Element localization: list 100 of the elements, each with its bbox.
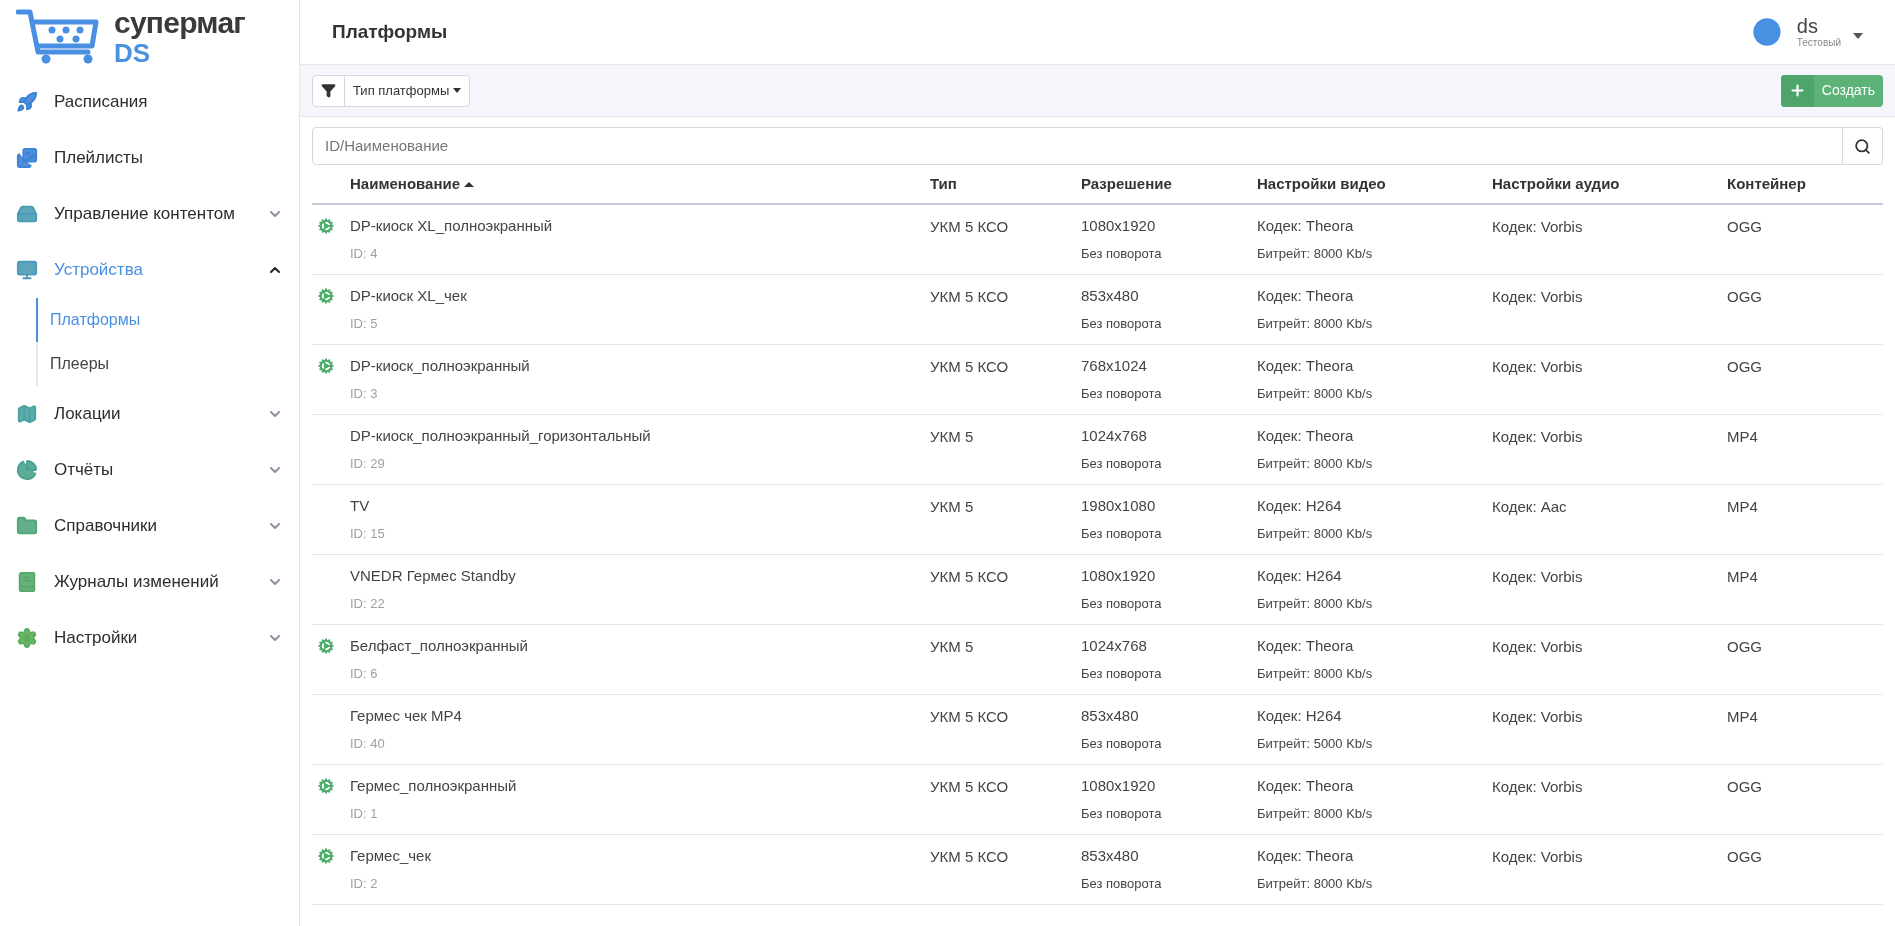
- table-cell-text: Кодек: Theora: [1257, 776, 1355, 796]
- table-cell-text: Битрейт: 8000 Kb/s: [1257, 874, 1374, 893]
- table-cell-text: Битрейт: 8000 Kb/s: [1257, 384, 1374, 403]
- gears-icon: [318, 218, 334, 234]
- table-cell-text: Без поворота: [1081, 454, 1163, 473]
- book-icon: [16, 571, 38, 593]
- table-cell-text: Битрейт: 8000 Kb/s: [1257, 524, 1374, 543]
- table-cell-text: Кодек: Theora: [1257, 286, 1355, 306]
- platform-id: ID: 5: [350, 314, 379, 333]
- sidebar-item[interactable]: Плейлисты: [0, 130, 299, 186]
- table-cell: OGG: [1727, 288, 1762, 305]
- platform-id: ID: 29: [350, 454, 386, 473]
- platform-id: ID: 40: [350, 734, 386, 753]
- platform-id: ID: 6: [350, 664, 379, 683]
- sidebar-item[interactable]: Управление контентом: [0, 186, 299, 242]
- table-cell-text: Кодек: Theora: [1257, 846, 1355, 866]
- logo-text: супермаг: [114, 8, 246, 38]
- table-row[interactable]: Гермес_полноэкранный ID: 1 УКМ 5 КСО 1080x1920 Без поворота Кодек: Theora Битрейт: 8000 Kb/s Кодек: Vorbis OGG: [312, 765, 1883, 835]
- sidebar-item[interactable]: Настройки: [0, 610, 299, 666]
- table-cell-text: 1080x1920: [1081, 216, 1157, 236]
- table-cell-text: 1080x1920: [1081, 776, 1157, 796]
- table-row[interactable]: DP-киоск XL_полноэкранный ID: 4 УКМ 5 КСО 1080x1920 Без поворота Кодек: Theora Битрейт: 8000 Kb/s Кодек: Vorbis OGG: [312, 205, 1883, 275]
- table-cell: MP4: [1727, 568, 1758, 585]
- platform-name: TV: [350, 496, 371, 516]
- sidebar-item[interactable]: Локации: [0, 386, 299, 442]
- table-cell: Кодек: Vorbis: [1492, 708, 1583, 725]
- table-cell: УКМ 5 КСО: [930, 218, 1009, 235]
- filter-dropdown[interactable]: Тип платформы: [312, 74, 471, 107]
- table-cell-text: Без поворота: [1081, 594, 1163, 613]
- gears-icon: [318, 778, 334, 794]
- table-cell: УКМ 5 КСО: [930, 288, 1009, 305]
- column-header[interactable]: Разрешение: [1081, 172, 1172, 196]
- table-cell-text: Битрейт: 8000 Kb/s: [1257, 314, 1374, 333]
- column-header[interactable]: Контейнер: [1727, 172, 1806, 196]
- column-header[interactable]: Наименование: [350, 172, 475, 196]
- sidebar-item[interactable]: Журналы изменений: [0, 554, 299, 610]
- table-cell: OGG: [1727, 778, 1762, 795]
- table-row[interactable]: Гермес чек MP4 ID: 40 УКМ 5 КСО 853x480 Без поворота Кодек: H264 Битрейт: 5000 Kb/s Кодек: Vorbis MP4: [312, 695, 1883, 765]
- table-cell-text: 1980x1080: [1081, 496, 1157, 516]
- table-row[interactable]: Белфаст_полноэкранный ID: 6 УКМ 5 1024x768 Без поворота Кодек: Theora Битрейт: 8000 Kb/s Кодек: Vorbis OGG: [312, 625, 1883, 695]
- table-row[interactable]: TV ID: 15 УКМ 5 1980x1080 Без поворота Кодек: H264 Битрейт: 8000 Kb/s Кодек: Aac MP4: [312, 485, 1883, 555]
- table-cell-text: Кодек: H264: [1257, 496, 1343, 516]
- table-cell-text: Без поворота: [1081, 804, 1163, 823]
- table-cell-text: 853x480: [1081, 846, 1140, 866]
- table-cell: Кодек: Vorbis: [1492, 218, 1583, 235]
- platform-name: Гермес чек MP4: [350, 706, 463, 726]
- table-cell-text: Без поворота: [1081, 314, 1163, 333]
- platform-id: ID: 4: [350, 244, 379, 263]
- table-cell-text: 853x480: [1081, 286, 1140, 306]
- column-header[interactable]: Настройки видео: [1257, 172, 1386, 196]
- user-role: Тестовый: [1796, 38, 1841, 48]
- table-cell-text: Битрейт: 5000 Kb/s: [1257, 734, 1374, 753]
- table-row[interactable]: DP-киоск XL_чек ID: 5 УКМ 5 КСО 853x480 Без поворота Кодек: Theora Битрейт: 8000 Kb/s Кодек: Vorbis OGG: [312, 275, 1883, 345]
- sidebar-item[interactable]: Справочники: [0, 498, 299, 554]
- table-cell: УКМ 5: [930, 498, 974, 515]
- table-cell-text: Битрейт: 8000 Kb/s: [1257, 664, 1374, 683]
- column-header[interactable]: Настройки аудио: [1492, 172, 1620, 196]
- table-cell-text: Без поворота: [1081, 524, 1163, 543]
- gears-icon: [318, 288, 334, 304]
- table-cell-text: Битрейт: 8000 Kb/s: [1257, 454, 1374, 473]
- table-row[interactable]: DP-киоск_полноэкранный ID: 3 УКМ 5 КСО 768x1024 Без поворота Кодек: Theora Битрейт: 8000 Kb/s Кодек: Vorbis OGG: [312, 345, 1883, 415]
- sort-caret-icon: [464, 181, 475, 187]
- drive-icon: [16, 203, 38, 225]
- user-menu[interactable]: ds Тестовый: [1748, 14, 1863, 50]
- table-cell-text: 1080x1920: [1081, 566, 1157, 586]
- table-cell-text: Кодек: Theora: [1257, 636, 1355, 656]
- images-icon: [16, 147, 38, 169]
- table-cell: Кодек: Vorbis: [1492, 358, 1583, 375]
- settings-icon: [16, 627, 38, 649]
- search-button[interactable]: [1843, 127, 1883, 165]
- table-cell: Кодек: Vorbis: [1492, 568, 1583, 585]
- folder-icon: [16, 515, 38, 537]
- table-cell: OGG: [1727, 218, 1762, 235]
- platform-name: DP-киоск XL_полноэкранный: [350, 216, 554, 236]
- gears-icon: [318, 358, 334, 374]
- search-field[interactable]: ID/Наименование: [312, 127, 1843, 165]
- table-cell-text: Без поворота: [1081, 874, 1163, 893]
- table-row[interactable]: VNEDR Гермес Standby ID: 22 УКМ 5 КСО 1080x1920 Без поворота Кодек: H264 Битрейт: 8000 Kb/s Кодек: Vorbis MP4: [312, 555, 1883, 625]
- plus-icon: [1788, 82, 1806, 99]
- table-cell: УКМ 5 КСО: [930, 358, 1009, 375]
- table-cell-text: Кодек: Theora: [1257, 356, 1355, 376]
- table-cell-text: Без поворота: [1081, 664, 1163, 683]
- table-cell-text: Битрейт: 8000 Kb/s: [1257, 804, 1374, 823]
- platform-name: DP-киоск XL_чек: [350, 286, 468, 306]
- table-cell: УКМ 5 КСО: [930, 708, 1009, 725]
- table-cell: MP4: [1727, 708, 1758, 725]
- column-header[interactable]: Тип: [930, 172, 957, 196]
- gears-icon: [318, 848, 334, 864]
- sidebar-item[interactable]: Расписания: [0, 74, 299, 130]
- table-row[interactable]: Гермес_чек ID: 2 УКМ 5 КСО 853x480 Без поворота Кодек: Theora Битрейт: 8000 Kb/s Кодек: Vorbis OGG: [312, 835, 1883, 905]
- platform-id: ID: 3: [350, 384, 379, 403]
- table-cell-text: Битрейт: 8000 Kb/s: [1257, 244, 1374, 263]
- page-title: Платформы: [332, 19, 449, 44]
- table-row[interactable]: DP-киоск_полноэкранный_горизонтальный ID: 29 УКМ 5 1024x768 Без поворота Кодек: Theora Битрейт: 8000 Kb/s Кодек: Vorbis MP4: [312, 415, 1883, 485]
- table-cell: MP4: [1727, 498, 1758, 515]
- caret-icon: [1853, 33, 1863, 39]
- table-cell: OGG: [1727, 848, 1762, 865]
- sidebar-subitem[interactable]: Плееры: [36, 342, 297, 386]
- table-cell: MP4: [1727, 428, 1758, 445]
- sidebar-item[interactable]: Отчёты: [0, 442, 299, 498]
